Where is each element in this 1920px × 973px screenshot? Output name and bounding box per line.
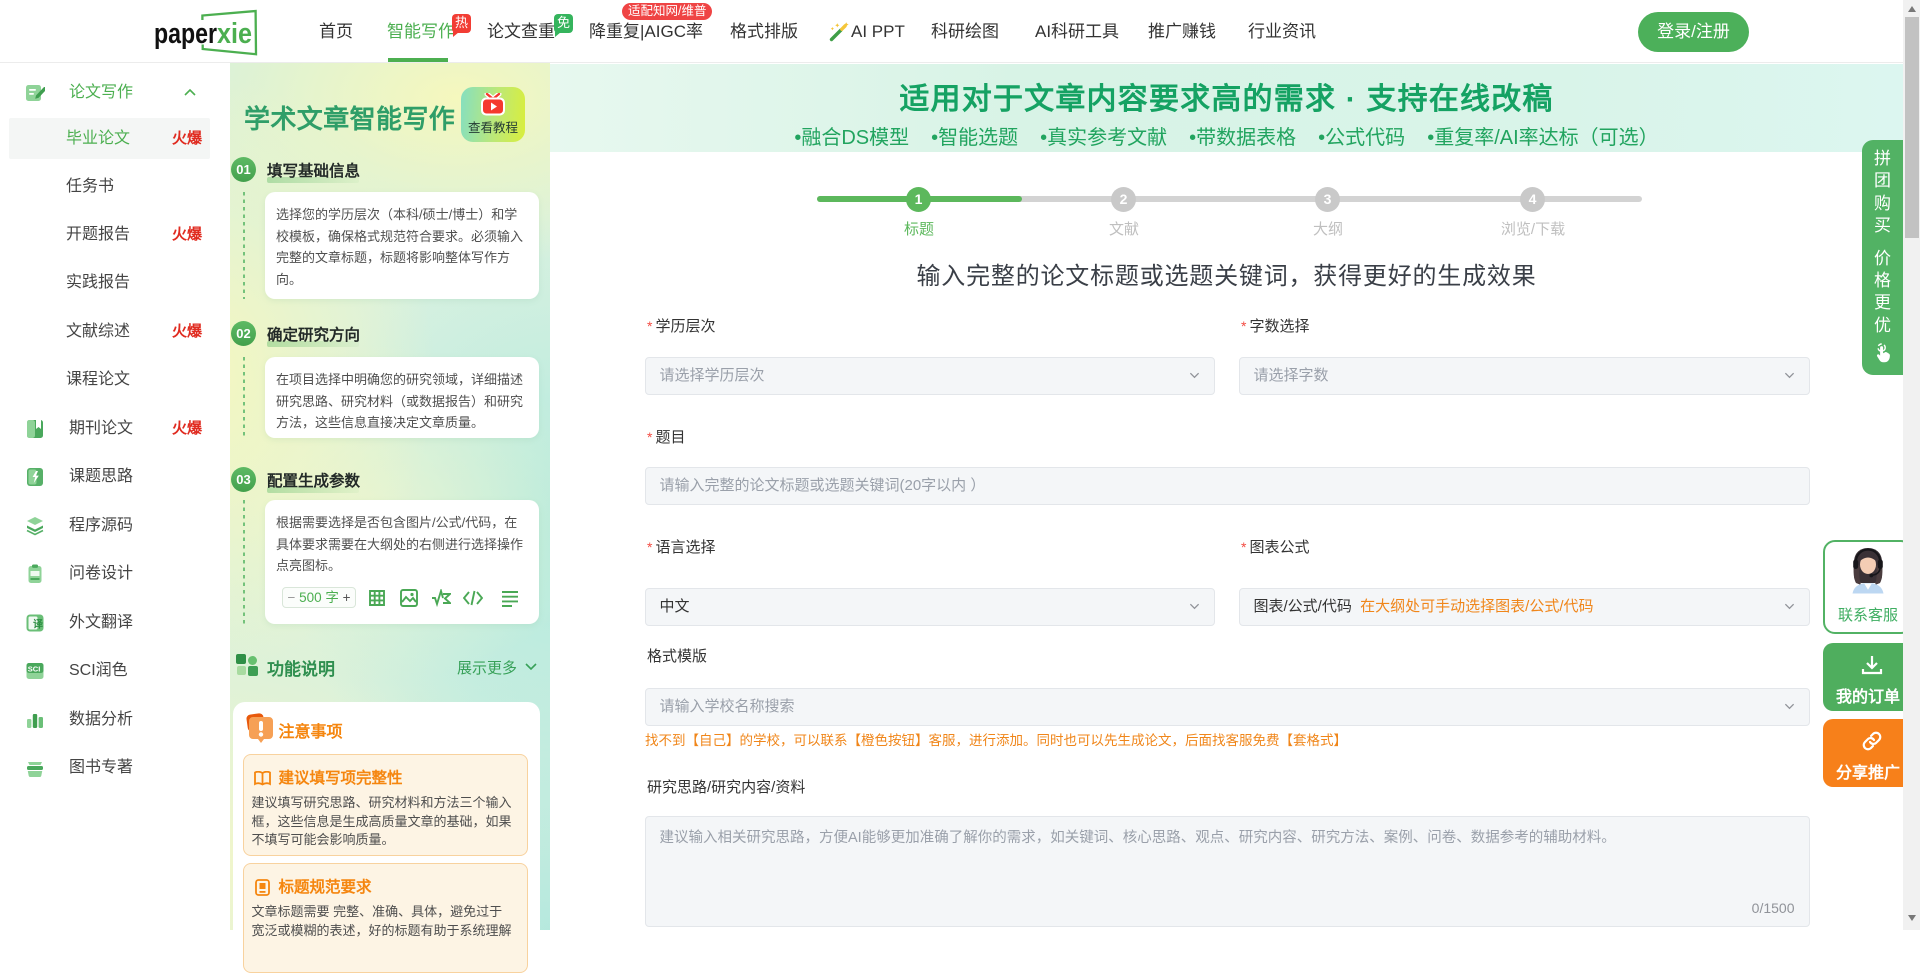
svg-text:xie: xie xyxy=(217,18,252,50)
svg-text:paper: paper xyxy=(154,18,217,50)
svg-text:SCI: SCI xyxy=(28,665,41,674)
svg-text:译: 译 xyxy=(33,618,44,631)
